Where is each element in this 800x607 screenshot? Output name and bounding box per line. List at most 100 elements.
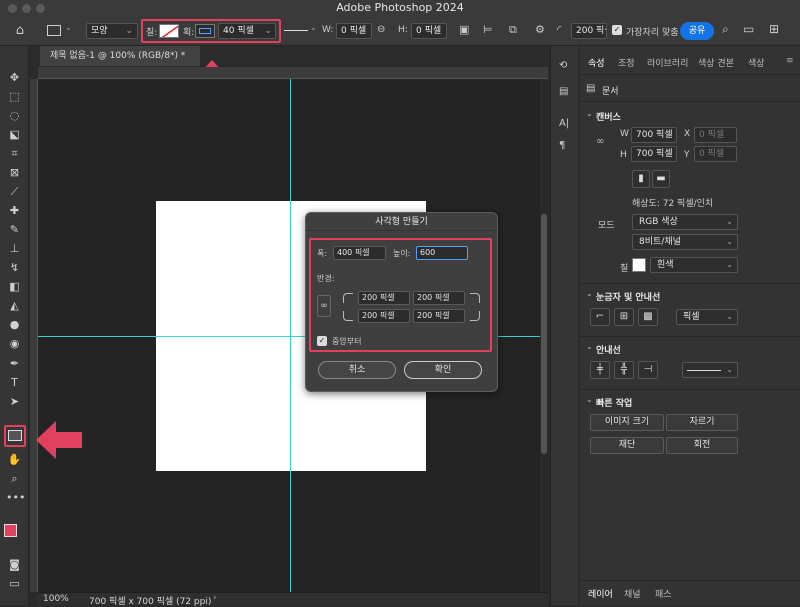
canvas-fill-swatch[interactable] [632,258,646,272]
gear-icon[interactable]: ⚙ [535,23,545,36]
object-selection-tool-icon[interactable]: ⬕ [6,126,23,143]
bit-depth-select[interactable]: 8비트/채널 ⌄ [632,234,738,250]
zoom-level[interactable]: 100% [43,594,69,604]
pixel-grid-toggle-icon[interactable]: ▩ [638,308,658,326]
paragraph-icon[interactable]: ¶ [559,140,565,151]
rotate-button[interactable]: 회전 [666,437,738,454]
tab-adjustments[interactable]: 조정 [618,56,635,69]
canvas-x-input[interactable]: 0 픽셀 [694,127,737,143]
canvas-y-input[interactable]: 0 픽셀 [694,146,737,162]
zoom-tool-icon[interactable]: ⌕ [6,470,23,487]
link-icon[interactable]: ⊖ [377,24,385,35]
shape-height-input[interactable]: 0 픽셀 [411,23,447,39]
blur-tool-icon[interactable]: ● [6,316,23,333]
tab-swatches[interactable]: 색상 견본 [698,56,734,69]
document-tab[interactable]: 제목 없음-1 @ 100% (RGB/8*) * [40,46,200,66]
crop-button[interactable]: 자르기 [666,414,738,431]
tab-channels[interactable]: 채널 [624,587,641,600]
corner-radius-input[interactable]: 200 픽셀 [571,23,607,39]
pen-tool-icon[interactable]: ✒ [6,355,23,372]
canvas-width-input[interactable]: 700 픽셀 [631,127,677,143]
path-operations-icon[interactable]: ▣ [459,23,469,36]
canvas-height-input[interactable]: 700 픽셀 [631,146,677,162]
lock-guides-icon[interactable]: ⊣ [638,361,658,379]
tool-preset-picker[interactable]: ⌄ [45,23,75,39]
grid-toggle-icon[interactable]: ⊞ [614,308,634,326]
comments-icon[interactable]: ▤ [559,86,568,97]
color-mode-select[interactable]: RGB 색상 ⌄ [632,214,738,230]
image-size-button[interactable]: 이미지 크기 [590,414,664,431]
shape-mode-select[interactable]: 모양 ⌄ [86,23,138,39]
path-arrangement-icon[interactable]: ⧉ [509,23,517,37]
tab-color[interactable]: 색상 [748,56,765,69]
eyedropper-tool-icon[interactable]: ⟋ [6,183,23,200]
chevron-right-icon[interactable]: › [213,593,217,603]
home-icon[interactable]: ⌂ [12,23,28,39]
path-selection-tool-icon[interactable]: ➤ [6,393,23,410]
ok-button[interactable]: 확인 [404,361,482,379]
rectangle-tool-icon[interactable] [8,430,22,441]
character-icon[interactable]: A| [559,118,569,129]
lasso-tool-icon[interactable]: ◌ [6,107,23,124]
tab-paths[interactable]: 패스 [655,587,672,600]
tab-layers[interactable]: 레이어 [588,587,613,600]
share-button[interactable]: 공유 [680,22,714,40]
quick-mask-icon[interactable]: ◙ [6,556,23,573]
link-radius-icon[interactable]: ∞ [317,295,331,317]
chevron-down-icon[interactable]: ⌄ [586,289,593,298]
hand-tool-icon[interactable]: ✋ [6,451,23,468]
paint-bucket-tool-icon[interactable]: ◭ [6,297,23,314]
landscape-orientation-icon[interactable]: ▬ [652,170,670,188]
radius-bottom-right-input[interactable]: 200 픽셀 [413,309,465,323]
vertical-scrollbar[interactable] [540,79,548,592]
tab-libraries[interactable]: 라이브러리 [647,56,688,69]
rect-width-input[interactable]: 400 픽셀 [333,246,386,260]
path-alignment-icon[interactable]: ⊨ [483,23,493,36]
ruler-unit-select[interactable]: 픽셀 ⌄ [676,309,738,325]
radius-bottom-left-input[interactable]: 200 픽셀 [358,309,410,323]
trim-button[interactable]: 재단 [590,437,664,454]
cancel-button[interactable]: 취소 [318,361,396,379]
dodge-tool-icon[interactable]: ◉ [6,335,23,352]
type-tool-icon[interactable]: T [6,374,23,391]
eraser-tool-icon[interactable]: ◧ [6,278,23,295]
chevron-down-icon[interactable]: ⌄ [586,342,593,351]
panel-layout-icon[interactable]: ⊞ [769,22,779,36]
stroke-width-input[interactable]: 40 픽셀 ⌄ [218,23,276,39]
history-brush-tool-icon[interactable]: ↯ [6,259,23,276]
shape-width-input[interactable]: 0 픽셀 [336,23,372,39]
clone-stamp-tool-icon[interactable]: ⊥ [6,240,23,257]
marquee-tool-icon[interactable]: ⬚ [6,88,23,105]
portrait-orientation-icon[interactable]: ▮ [632,170,650,188]
radius-top-right-input[interactable]: 200 픽셀 [413,291,465,305]
foreground-color-swatch[interactable] [4,524,17,537]
screen-mode-icon[interactable]: ▭ [6,575,23,592]
stroke-swatch[interactable] [195,24,215,38]
tab-properties[interactable]: 속성 [588,56,605,69]
healing-brush-tool-icon[interactable]: ✚ [6,202,23,219]
workspace-icon[interactable]: ▭ [743,22,754,36]
crop-tool-icon[interactable]: ⌗ [6,145,23,162]
history-icon[interactable]: ⟲ [559,60,567,71]
stroke-type-select[interactable]: ⌄ [284,23,318,39]
chevron-down-icon[interactable]: ⌄ [586,109,593,118]
frame-tool-icon[interactable]: ⊠ [6,164,23,181]
brush-tool-icon[interactable]: ✎ [6,221,23,238]
scrollbar-thumb[interactable] [541,214,547,454]
fill-swatch[interactable] [159,24,179,38]
canvas-fill-select[interactable]: 흰색 ⌄ [650,257,738,273]
radius-top-left-input[interactable]: 200 픽셀 [358,291,410,305]
search-icon[interactable]: ⌕ [722,22,729,37]
guide-layout-icon[interactable]: ╪ [590,361,610,379]
move-tool-icon[interactable]: ✥ [6,69,23,86]
chevron-down-icon[interactable]: ⌄ [586,395,593,404]
guide-from-shape-icon[interactable]: ╬ [614,361,634,379]
rect-height-input[interactable]: 600 [416,246,468,260]
align-edges-checkbox[interactable]: ✓ [612,25,622,35]
ruler-toggle-icon[interactable]: ⌐ [590,308,610,326]
more-tools-icon[interactable]: ••• [6,489,25,506]
panel-menu-icon[interactable]: ≡ [786,56,794,66]
from-center-checkbox[interactable]: ✓ [317,336,327,346]
link-dimensions-icon[interactable]: ∞ [596,136,604,147]
guide-style-select[interactable]: ⌄ [682,362,738,378]
